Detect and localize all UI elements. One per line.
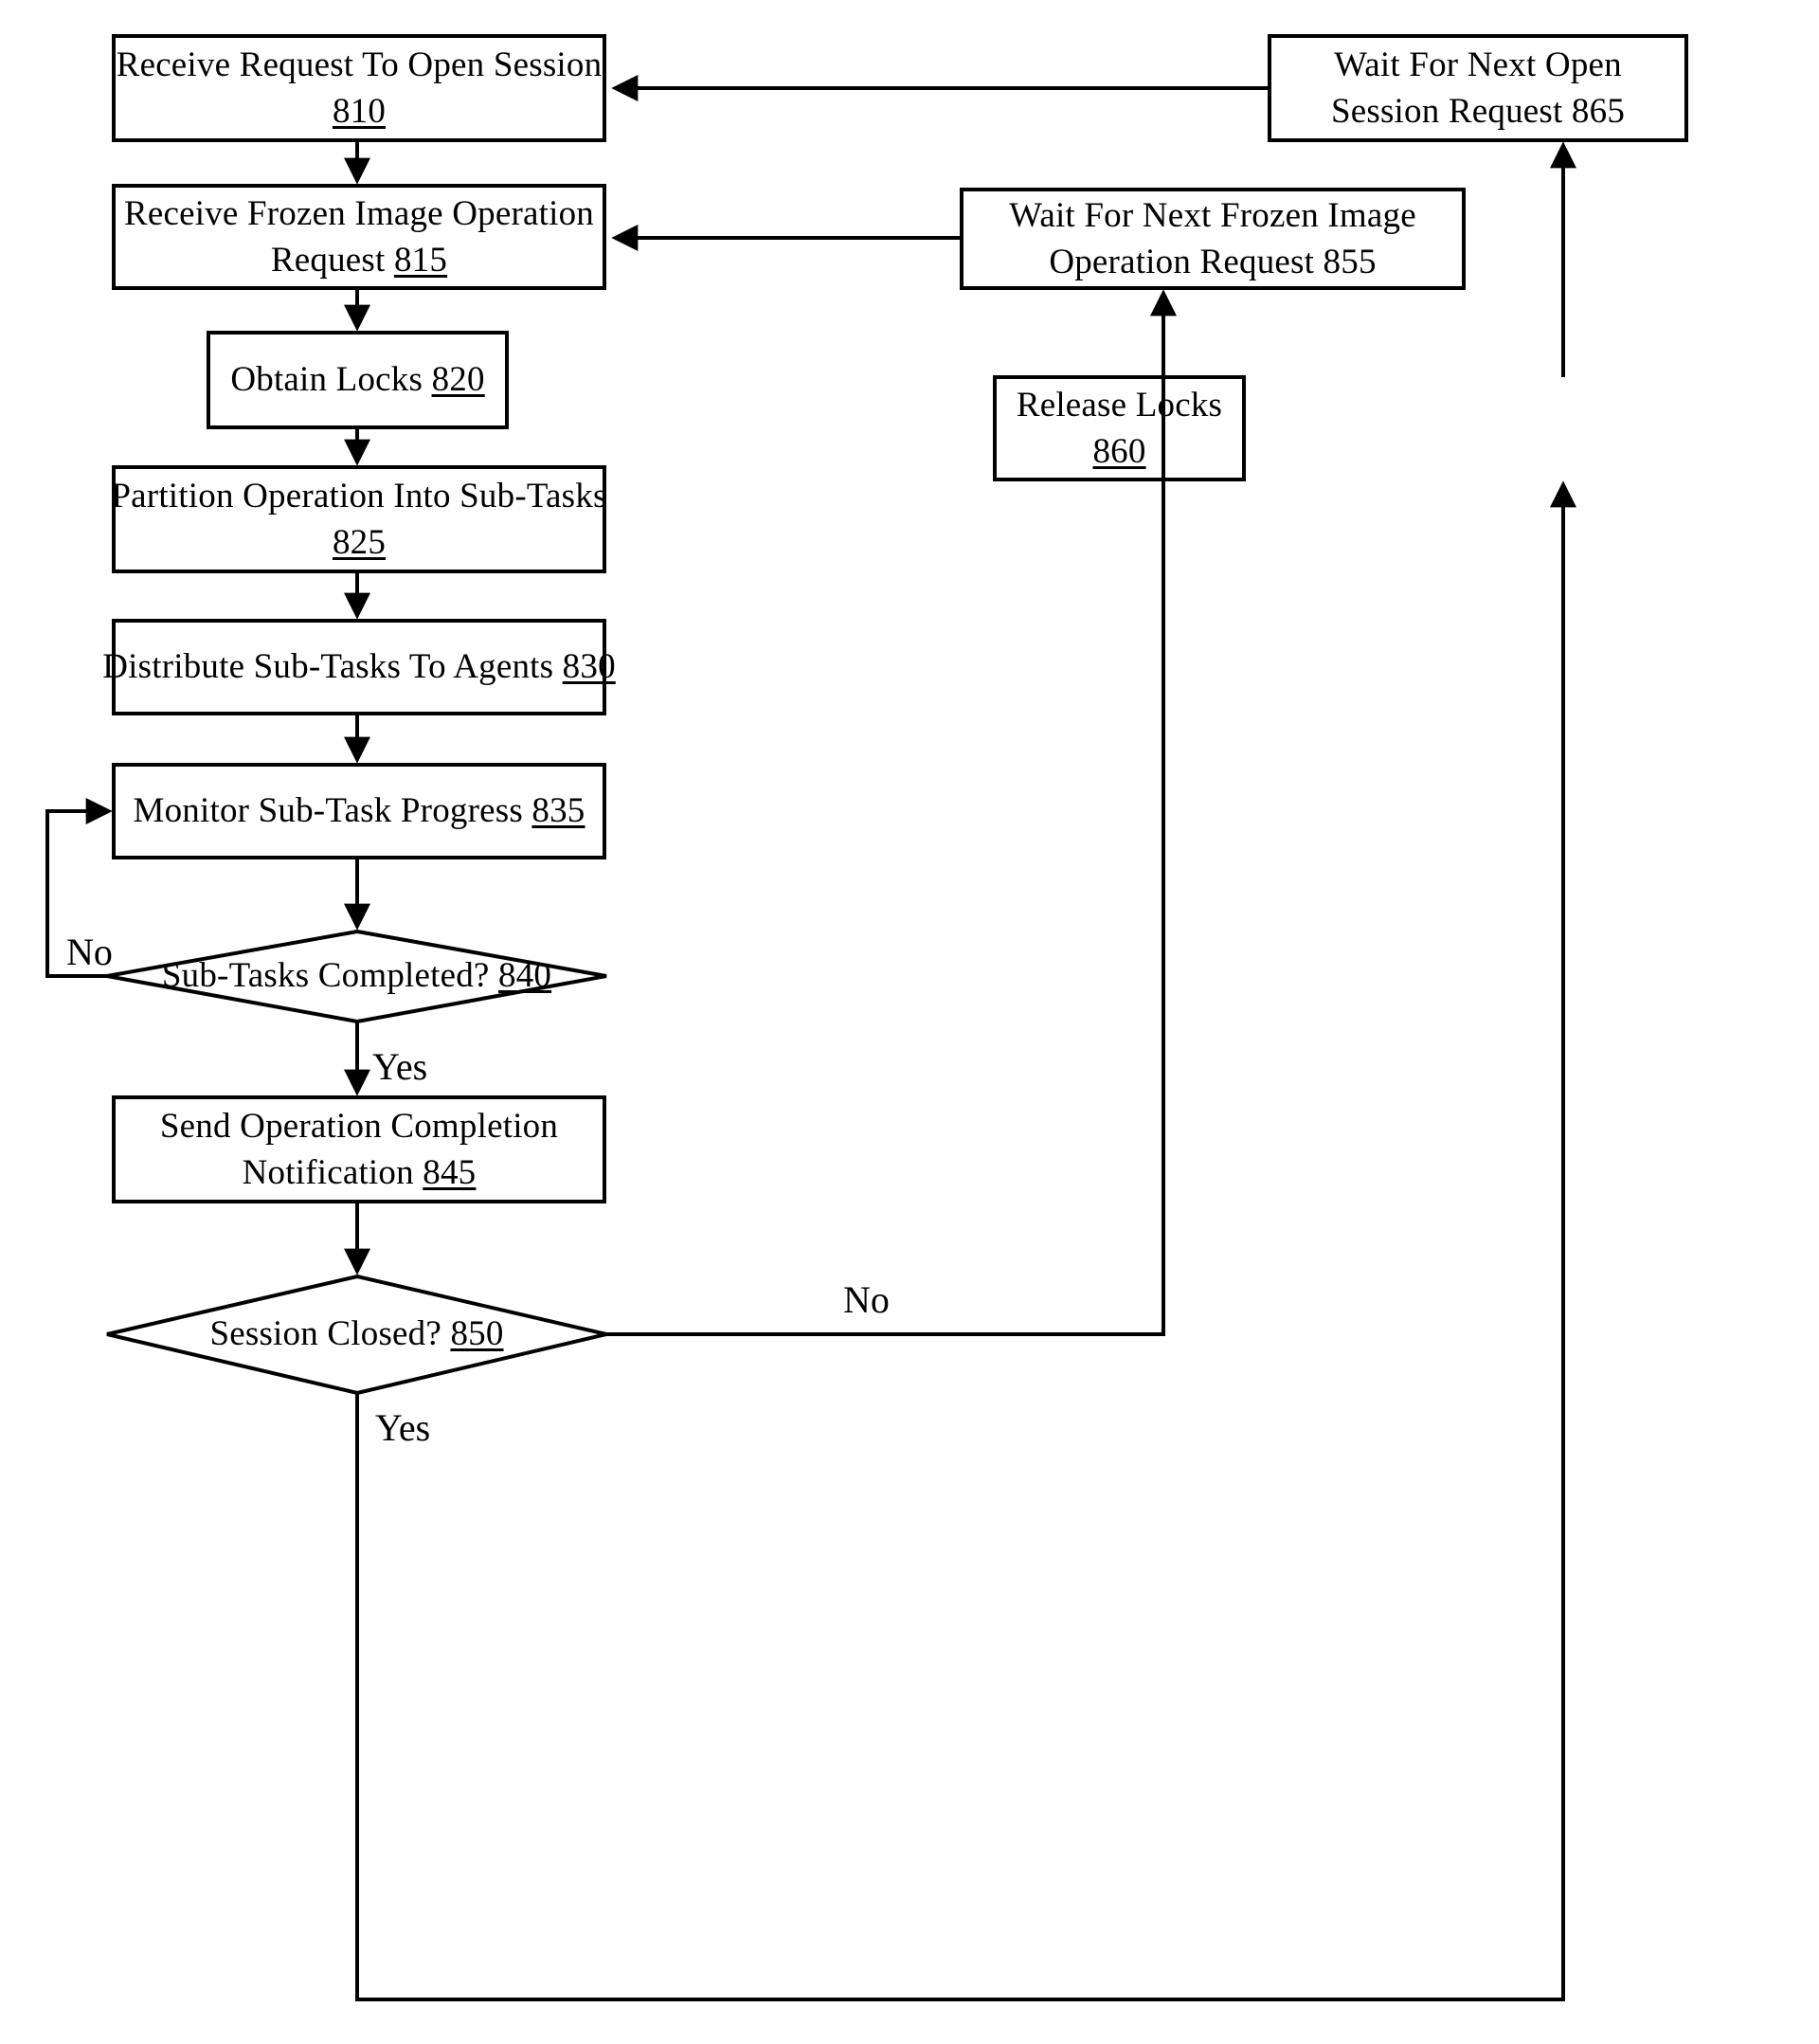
node-830-shape <box>112 619 606 715</box>
node-815-shape <box>112 184 606 290</box>
node-835-shape <box>112 763 606 859</box>
node-845-shape <box>112 1095 606 1203</box>
node-860-shape <box>993 375 1246 481</box>
node-840-shape <box>106 929 607 1024</box>
node-850-shape <box>106 1274 607 1396</box>
node-810-shape <box>112 34 606 142</box>
node-865-shape <box>1268 34 1688 142</box>
edge-label-850-no: No <box>843 1278 890 1321</box>
flowchart-svg <box>45 34 1688 2001</box>
edge-label-850-yes: Yes <box>375 1406 431 1449</box>
node-820-shape <box>207 331 509 429</box>
edge-label-840-yes: Yes <box>372 1045 428 1088</box>
flowchart-canvas: Receive Request To Open Session 810 Wait… <box>0 0 1819 2044</box>
node-825-shape <box>112 465 606 573</box>
edge-label-840-no: No <box>66 931 113 973</box>
node-855-shape <box>960 188 1466 290</box>
